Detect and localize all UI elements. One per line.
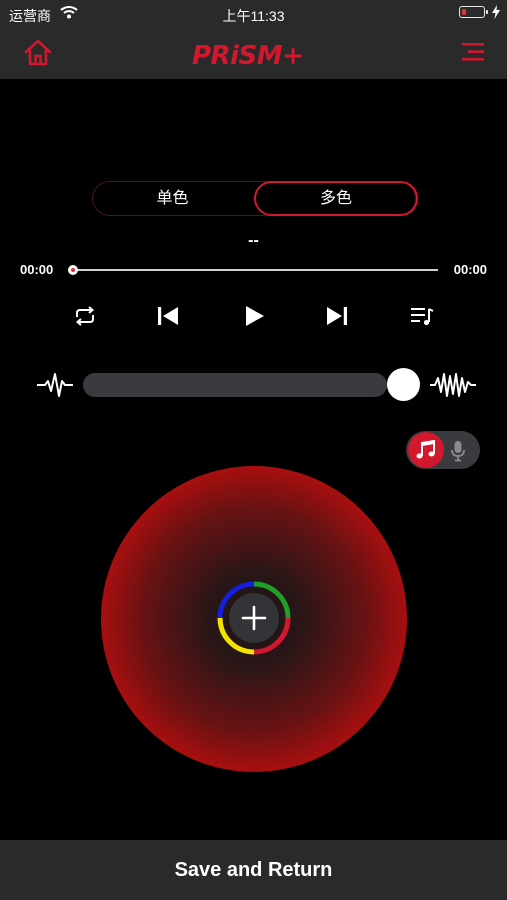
- play-icon[interactable]: [243, 303, 267, 334]
- color-mode-selector: 单色 多色: [92, 180, 418, 216]
- microphone-icon[interactable]: [450, 440, 466, 467]
- clock: 上午11:33: [222, 8, 285, 24]
- total-time: 00:00: [453, 262, 487, 277]
- logo-text: PRiSM+: [192, 41, 303, 68]
- low-wave-icon: [37, 370, 73, 405]
- charging-bolt-icon: [492, 5, 500, 22]
- audio-source-toggle: [406, 431, 480, 469]
- track-title: --: [248, 232, 259, 249]
- playlist-icon[interactable]: [409, 303, 435, 334]
- tab-single-color[interactable]: 单色: [92, 181, 254, 216]
- high-wave-icon: [430, 370, 476, 405]
- previous-icon[interactable]: [156, 303, 180, 334]
- battery-level: [461, 8, 466, 15]
- repeat-icon[interactable]: [72, 303, 98, 334]
- save-and-return-button[interactable]: Save and Return: [0, 840, 507, 900]
- sensitivity-slider[interactable]: [83, 373, 387, 397]
- home-icon[interactable]: [24, 39, 52, 71]
- sensitivity-handle[interactable]: [387, 368, 420, 401]
- elapsed-time: 00:00: [20, 262, 54, 277]
- hamburger-menu-icon[interactable]: [462, 42, 484, 67]
- progress-bar[interactable]: [72, 269, 438, 271]
- plus-icon: [241, 605, 267, 631]
- prism-logo: PRiSM+: [189, 38, 319, 73]
- music-note-icon[interactable]: [408, 432, 444, 468]
- add-color-button[interactable]: [229, 593, 279, 643]
- next-icon[interactable]: [325, 303, 349, 334]
- battery-icon: [459, 6, 488, 18]
- progress-handle[interactable]: [68, 265, 78, 275]
- nav-bar: PRiSM+: [0, 28, 507, 79]
- status-bar: 运营商 上午11:33: [0, 0, 507, 28]
- tab-multi-color[interactable]: 多色: [254, 180, 418, 216]
